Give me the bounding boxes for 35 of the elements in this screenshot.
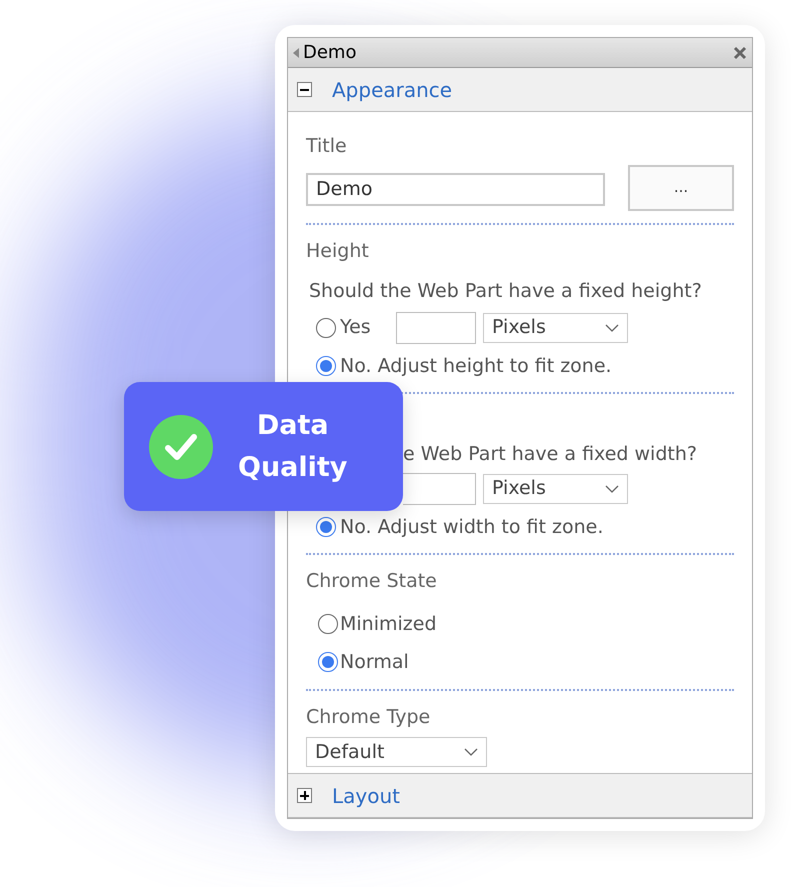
section-header[interactable]: Layout bbox=[288, 774, 752, 818]
radio-button[interactable] bbox=[318, 614, 338, 634]
check-circle-icon bbox=[149, 414, 213, 478]
collapse-arrow-icon[interactable] bbox=[293, 48, 299, 58]
expand-icon bbox=[297, 788, 312, 803]
field-label: Chrome State bbox=[306, 569, 438, 594]
badge-text: Data bbox=[256, 408, 329, 442]
title-field[interactable]: Demo bbox=[306, 172, 605, 206]
chevron-down-icon bbox=[464, 748, 478, 756]
question-text: Should the Web Part have a fixed height? bbox=[309, 279, 703, 304]
collapse-icon bbox=[297, 82, 312, 97]
radio-label: No. Adjust height to fit zone. bbox=[340, 354, 612, 378]
radio-label: No. Adjust width to fit zone. bbox=[340, 514, 604, 540]
close-icon[interactable] bbox=[733, 46, 747, 60]
unit-select[interactable]: Pixels bbox=[483, 474, 628, 504]
field-label: Height bbox=[306, 238, 370, 264]
chrome-type-select[interactable]: Default bbox=[306, 737, 487, 767]
radio-button[interactable] bbox=[316, 318, 336, 338]
radio-label: Minimized bbox=[340, 612, 437, 636]
field-label: Title bbox=[306, 134, 348, 159]
radio-button[interactable] bbox=[316, 356, 336, 376]
radio-label: Yes bbox=[340, 315, 371, 340]
radio-label: Normal bbox=[340, 650, 409, 675]
radio-button[interactable] bbox=[318, 652, 338, 672]
builder-button[interactable]: ... bbox=[628, 164, 734, 210]
unit-select[interactable]: Pixels bbox=[483, 312, 628, 342]
height-field[interactable] bbox=[396, 312, 476, 344]
panel-title: Demo bbox=[303, 41, 356, 65]
badge-text: Quality bbox=[238, 450, 348, 484]
question-text: e Web Part have a fixed width? bbox=[403, 442, 698, 467]
field-label: Chrome Type bbox=[306, 704, 432, 730]
radio-button[interactable] bbox=[316, 516, 336, 537]
chevron-down-icon bbox=[605, 324, 619, 332]
chevron-down-icon bbox=[605, 484, 619, 492]
section-header[interactable]: Appearance bbox=[288, 68, 752, 112]
